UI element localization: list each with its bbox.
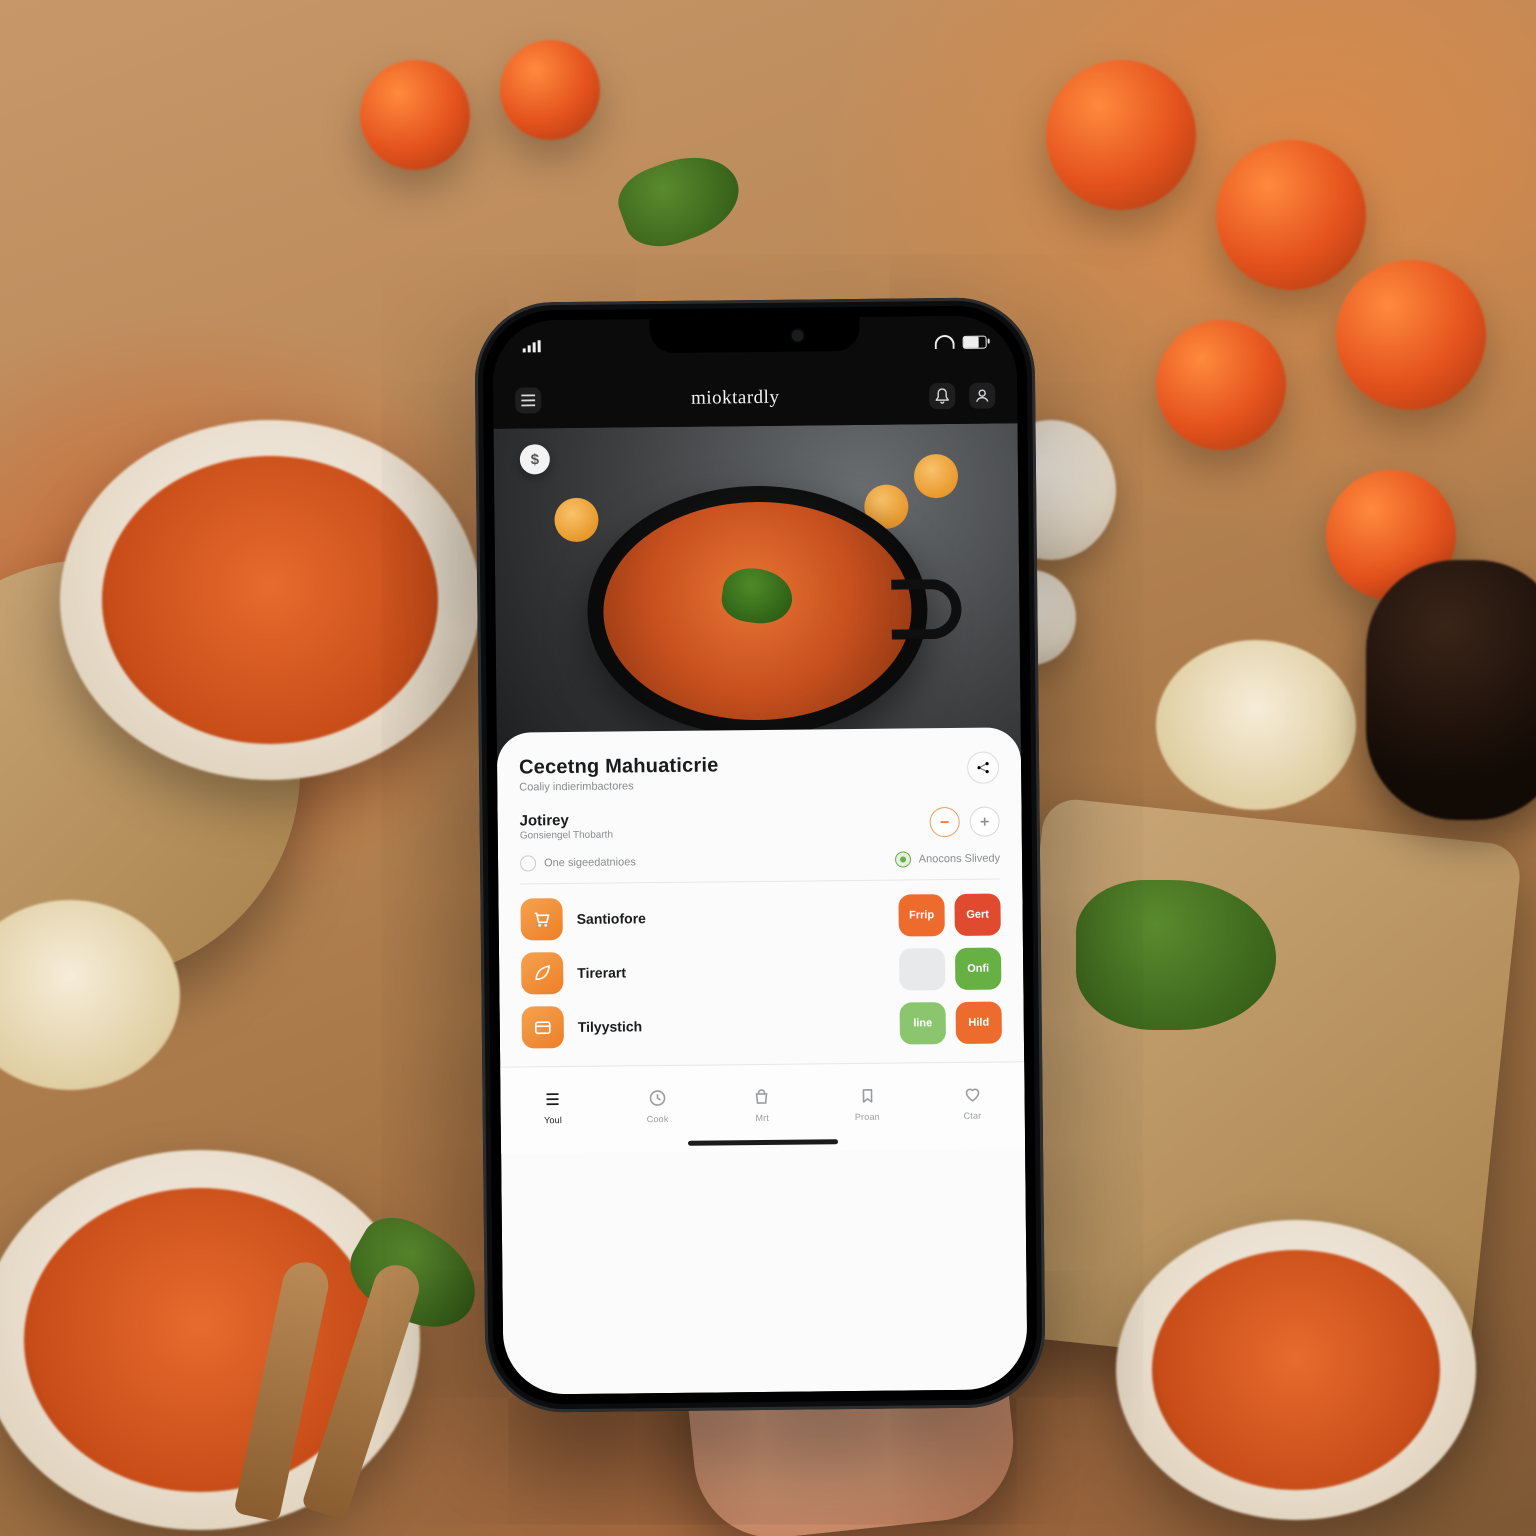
citrus-slice [554,498,598,542]
clock-icon [645,1086,669,1110]
tomato [1046,60,1196,210]
ingredient-name: Santiofore [577,908,885,927]
recipe-card: Cecetng Mahuaticrie Coaliy indierimbacto… [497,727,1028,1394]
heart-icon [960,1083,984,1107]
tab-label: Ctar [963,1111,981,1121]
chip-button[interactable]: Onfi [955,947,1001,989]
menu-icon [521,394,535,406]
citrus-slice [914,454,958,498]
tomato [1336,260,1486,410]
tab-label: Youl [544,1115,562,1125]
photo-backdrop: mioktardly $ [0,0,1536,1536]
profile-button[interactable] [969,383,995,409]
food-bowl [1116,1220,1476,1520]
tab-cook[interactable]: Cook [645,1086,669,1124]
tomato [500,40,600,140]
pan-handle [891,579,962,640]
ingredient-row[interactable]: Tilyystich line Hild [522,1001,1002,1048]
plus-icon [980,817,990,827]
herb [610,142,750,258]
chip-button[interactable]: line [900,1002,946,1044]
ingredient-list: Santiofore Frrip Gert Tirer [520,893,1002,1048]
chip-button[interactable]: Hild [956,1001,1002,1043]
box-icon [533,1017,553,1037]
tomato [1216,140,1366,290]
increase-button[interactable] [970,806,1000,836]
chip-button[interactable]: Gert [954,893,1000,935]
share-icon [976,761,990,775]
recipe-subtitle: Coaliy indierimbactores [519,777,955,794]
food-bowl [60,420,480,780]
ingredient-name: Tirerart [577,962,885,981]
status-right [927,335,987,350]
recipe-title: Cecetng Mahuaticrie [519,752,955,780]
tab-favorites[interactable]: Ctar [960,1083,984,1121]
phone-device: mioktardly $ [474,297,1046,1413]
user-icon [975,389,989,403]
recipe-hero: $ [494,423,1021,758]
app-title: mioktardly [691,387,780,410]
ingredient-icon [520,898,562,940]
ingredient-row[interactable]: Santiofore Frrip Gert [520,893,1000,940]
list-icon [541,1087,565,1111]
decrease-button[interactable] [930,807,960,837]
ingredient-icon [522,1006,564,1048]
leaf-icon [532,963,552,983]
status-row: One sigeedatnioes Anocons Slivedy [520,850,1000,884]
ingredient-row[interactable]: Tirerart Onfi [521,947,1001,994]
price-badge[interactable]: $ [520,444,550,474]
notch [649,317,859,353]
ingredient-icon [521,952,563,994]
notification-button[interactable] [929,383,955,409]
section-title: Jotirey [520,811,613,829]
bag-icon [750,1085,774,1109]
status-left [523,340,549,352]
share-button[interactable] [967,751,999,783]
wifi-icon [935,335,955,349]
home-indicator[interactable] [688,1139,838,1146]
grain-bowl [1156,640,1356,810]
tomato [1156,320,1286,450]
tomato [360,60,470,170]
basil-leaf-icon [719,565,795,628]
ingredient-name: Tilyystich [578,1016,886,1035]
signal-icon [523,340,541,352]
chip-button[interactable]: Frrip [898,894,944,936]
herb [1076,880,1276,1030]
tab-bar: Youl Cook Mrt [500,1061,1025,1153]
tab-label: Proan [855,1112,880,1122]
status-left-label: One sigeedatnioes [544,856,636,869]
radio-checked-icon[interactable] [895,851,911,867]
tab-market[interactable]: Mrt [750,1085,774,1123]
minus-icon [940,817,950,827]
tab-label: Mrt [755,1113,769,1123]
bell-icon [935,388,949,404]
tab-home[interactable]: Youl [541,1087,565,1125]
battery-icon [963,335,987,348]
cooking-pan [586,484,929,738]
chip-button[interactable] [899,948,945,990]
tab-plan[interactable]: Proan [854,1084,879,1122]
jar [1366,560,1536,820]
radio-unchecked-icon[interactable] [520,855,536,871]
bookmark-icon [855,1084,879,1108]
status-right-label: Anocons Slivedy [919,852,1000,865]
tab-label: Cook [647,1114,669,1124]
menu-button[interactable] [515,387,541,413]
app-header: mioktardly [493,367,1018,428]
section-subtitle: Gonsiengel Thobarth [520,829,613,841]
cart-icon [532,909,552,929]
phone-screen: mioktardly $ [492,315,1027,1394]
